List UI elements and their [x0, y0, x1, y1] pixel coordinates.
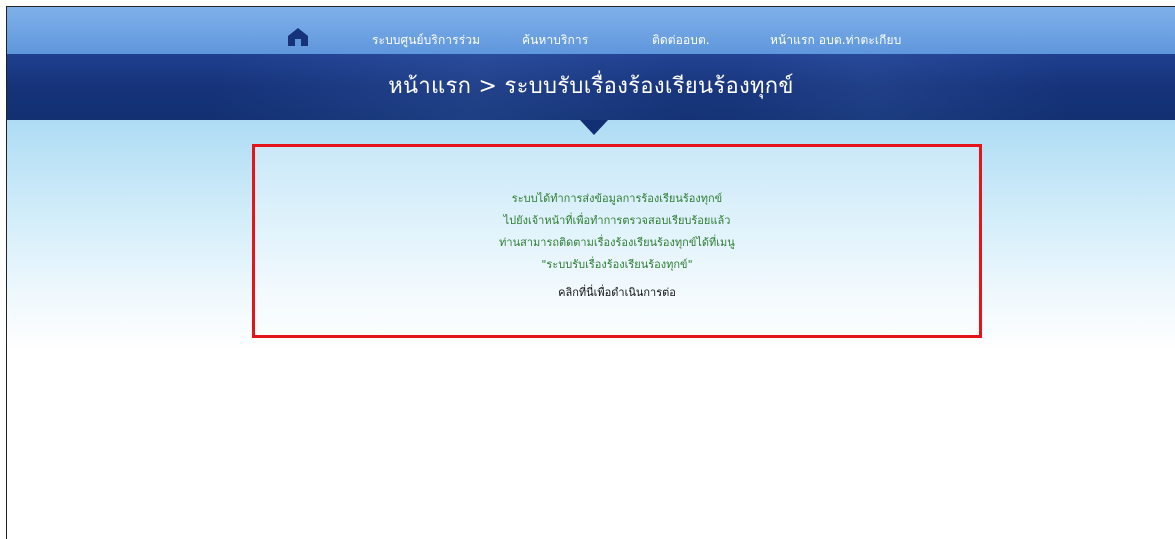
- nav-link-search-services[interactable]: ค้นหาบริการ: [522, 31, 588, 50]
- page-banner: หน้าแรก > ระบบรับเรื่องร้องเรียนร้องทุกข…: [7, 54, 1175, 120]
- nav-link-contact[interactable]: ติดต่ออบต.: [652, 31, 710, 50]
- banner-notch-arrow: [580, 120, 608, 135]
- nav-link-shared-service-center[interactable]: ระบบศูนย์บริการร่วม: [372, 31, 480, 50]
- page-frame: ระบบศูนย์บริการร่วม ค้นหาบริการ ติดต่ออบ…: [6, 6, 1175, 539]
- notice-line-3: ท่านสามารถติดตามเรื่องร้องเรียนร้องทุกข์…: [499, 236, 735, 249]
- notice-line-2: ไปยังเจ้าหน้าที่เพื่อทำการตรวจสอบเรียบร้…: [503, 214, 731, 227]
- continue-link[interactable]: คลิกที่นี่เพื่อดำเนินการต่อ: [255, 283, 979, 301]
- nav-link-main-homepage[interactable]: หน้าแรก อบต.ท่าตะเกียบ: [770, 31, 901, 50]
- breadcrumb-title: หน้าแรก > ระบบรับเรื่องร้องเรียนร้องทุกข…: [388, 74, 794, 99]
- home-icon[interactable]: [287, 27, 309, 47]
- top-navigation: ระบบศูนย์บริการร่วม ค้นหาบริการ ติดต่ออบ…: [7, 7, 1175, 55]
- notice-line-1: ระบบได้ทำการส่งข้อมูลการร้องเรียนร้องทุก…: [511, 192, 723, 205]
- submission-notice-box: ระบบได้ทำการส่งข้อมูลการร้องเรียนร้องทุก…: [252, 144, 982, 338]
- notice-line-4: "ระบบรับเรื่องร้องเรียนร้องทุกข์": [541, 258, 693, 271]
